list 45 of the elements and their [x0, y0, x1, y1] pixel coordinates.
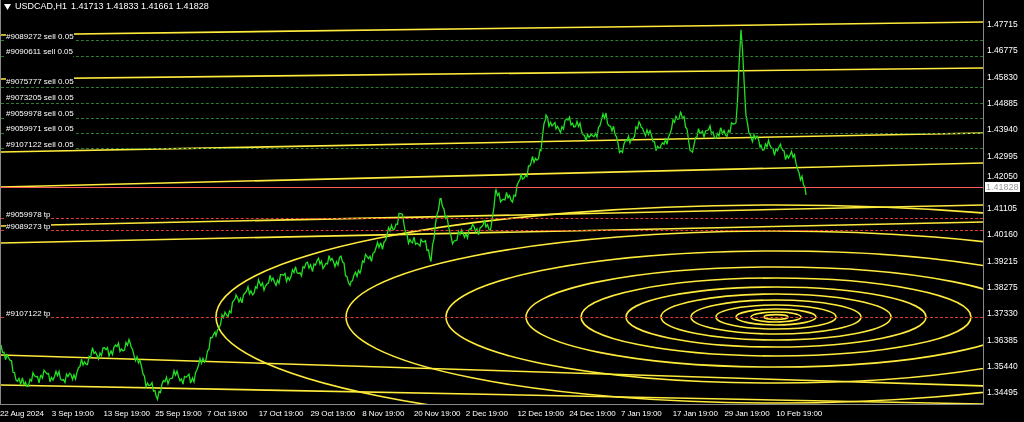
- time-tick: 2 Dec 19:00: [465, 408, 508, 419]
- time-tick: 24 Dec 19:00: [569, 408, 616, 419]
- time-tick: 12 Dec 19:00: [517, 408, 564, 419]
- quote-label: 1.41713 1.41833 1.41661 1.41828: [71, 1, 209, 12]
- time-tick: 17 Jan 19:00: [672, 408, 718, 419]
- price-tick: 1.43940: [987, 124, 1018, 136]
- time-tick: 10 Feb 19:00: [776, 408, 823, 419]
- price-tick: 1.37330: [987, 308, 1018, 320]
- dropdown-icon[interactable]: [4, 3, 11, 10]
- order-label: #9059971 sell 0.05: [6, 124, 74, 134]
- order-label: #9059978 sell 0.05: [6, 109, 74, 119]
- price-tick: 1.47715: [987, 19, 1018, 30]
- order-label: #9089273 tp: [6, 222, 51, 232]
- time-tick: 7 Jan 19:00: [621, 408, 662, 419]
- order-label: #9107122 tp: [6, 309, 51, 319]
- price-tick: 1.41105: [987, 203, 1018, 215]
- symbol-label: USDCAD,H1: [15, 1, 67, 12]
- order-label: #9075777 sell 0.05: [6, 77, 74, 87]
- order-label: #9073205 sell 0.05: [6, 93, 74, 103]
- current-price-label: 1.41828: [985, 182, 1020, 192]
- time-tick: 20 Nov 19:00: [414, 408, 461, 419]
- time-tick: 7 Oct 19:00: [207, 408, 248, 419]
- time-tick: 17 Oct 19:00: [258, 408, 304, 419]
- time-tick: 25 Sep 19:00: [155, 408, 202, 419]
- order-label: #9090611 sell 0.05: [6, 47, 74, 57]
- price-tick: 1.46775: [987, 45, 1018, 57]
- price-tick: 1.38275: [987, 282, 1018, 293]
- time-tick: 22 Aug 2024: [0, 408, 44, 419]
- time-tick: 3 Sep 19:00: [51, 408, 94, 419]
- price-tick: 1.42050: [987, 170, 1018, 182]
- price-tick: 1.42995: [987, 150, 1018, 162]
- price-tick: 1.39215: [987, 255, 1018, 267]
- price-tick: 1.40160: [987, 229, 1018, 241]
- price-tick: 1.45830: [987, 71, 1018, 83]
- order-label: #9107122 sell 0.05: [6, 140, 74, 150]
- time-tick: 29 Jan 19:00: [724, 408, 770, 419]
- order-label: #9059978 tp: [6, 210, 51, 220]
- price-tick: 1.35440: [987, 360, 1018, 372]
- price-tick: 1.44885: [987, 97, 1018, 109]
- price-tick: 1.36385: [987, 334, 1018, 346]
- price-tick: 1.34495: [987, 387, 1018, 399]
- time-tick: 29 Oct 19:00: [310, 408, 356, 419]
- order-label: #9089272 sell 0.05: [6, 32, 74, 42]
- time-tick: 8 Nov 19:00: [362, 408, 405, 419]
- time-tick: 13 Sep 19:00: [103, 408, 150, 419]
